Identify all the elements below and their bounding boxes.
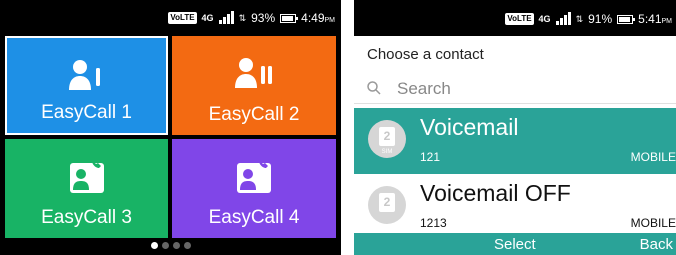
clock: 5:41PM xyxy=(638,12,672,26)
easycall-tile-2[interactable]: EasyCall 2 xyxy=(172,36,336,135)
contact-card-call-icon xyxy=(69,157,104,193)
network-type: 4G xyxy=(201,13,214,23)
contact-card-call-icon xyxy=(237,157,271,193)
search-field[interactable]: Search xyxy=(354,74,676,104)
easycall-home-screen: VoLTE 4G ⇅ 93% 4:49PM EasyCall 1 EasyCal… xyxy=(0,0,341,255)
status-bar: VoLTE 4G ⇅ 91% 5:41PM xyxy=(354,0,676,36)
select-softkey[interactable]: Select xyxy=(494,236,536,253)
volte-indicator: VoLTE xyxy=(168,12,197,24)
battery-percent: 91% xyxy=(588,12,613,26)
easycall-tile-4[interactable]: EasyCall 4 xyxy=(172,139,336,238)
tile-label: EasyCall 3 xyxy=(41,207,132,228)
tile-label: EasyCall 4 xyxy=(208,207,300,228)
page-indicator xyxy=(0,242,341,249)
contact-row-voicemail[interactable]: 2 SIM Voicemail 121 MOBILE xyxy=(354,108,676,174)
tile-label: EasyCall 2 xyxy=(208,104,300,125)
battery-icon xyxy=(617,14,636,24)
network-type: 4G xyxy=(538,14,551,24)
data-activity-icon: ⇅ xyxy=(238,12,247,23)
contact-number: 1213 xyxy=(420,216,447,230)
sim-2-icon: 2 xyxy=(368,186,406,224)
signal-icon xyxy=(555,12,571,25)
person-double-icon xyxy=(235,58,272,88)
sim-2-icon: 2 SIM xyxy=(368,120,406,158)
signal-icon xyxy=(218,11,234,24)
search-icon xyxy=(367,81,381,95)
page-dot xyxy=(172,242,180,249)
contact-number: 121 xyxy=(420,150,441,164)
back-softkey[interactable]: Back xyxy=(640,236,673,253)
battery-percent: 93% xyxy=(251,11,276,25)
page-dot-active xyxy=(150,242,158,249)
volte-indicator: VoLTE xyxy=(505,13,534,25)
easycall-tile-3[interactable]: EasyCall 3 xyxy=(5,139,168,238)
contact-row-voicemail-off[interactable]: 2 Voicemail OFF 1213 MOBILE xyxy=(354,174,676,240)
page-title: Choose a contact xyxy=(367,46,484,63)
search-placeholder: Search xyxy=(397,79,451,98)
choose-contact-screen: VoLTE 4G ⇅ 91% 5:41PM Choose a contact S… xyxy=(354,0,676,255)
status-bar: VoLTE 4G ⇅ 93% 4:49PM xyxy=(0,0,341,34)
easycall-tile-1[interactable]: EasyCall 1 xyxy=(5,36,168,135)
softkey-bar: Select Back xyxy=(354,233,676,255)
page-dot xyxy=(161,242,169,249)
battery-icon xyxy=(280,13,299,23)
contact-number-type: MOBILE xyxy=(630,150,676,164)
clock: 4:49PM xyxy=(301,11,335,25)
contact-name: Voicemail OFF xyxy=(420,180,571,206)
page-dot xyxy=(183,242,191,249)
data-activity-icon: ⇅ xyxy=(575,13,584,24)
contact-number-type: MOBILE xyxy=(630,216,676,230)
person-single-icon xyxy=(68,60,100,90)
tile-label: EasyCall 1 xyxy=(41,102,132,123)
contact-name: Voicemail xyxy=(420,114,519,140)
